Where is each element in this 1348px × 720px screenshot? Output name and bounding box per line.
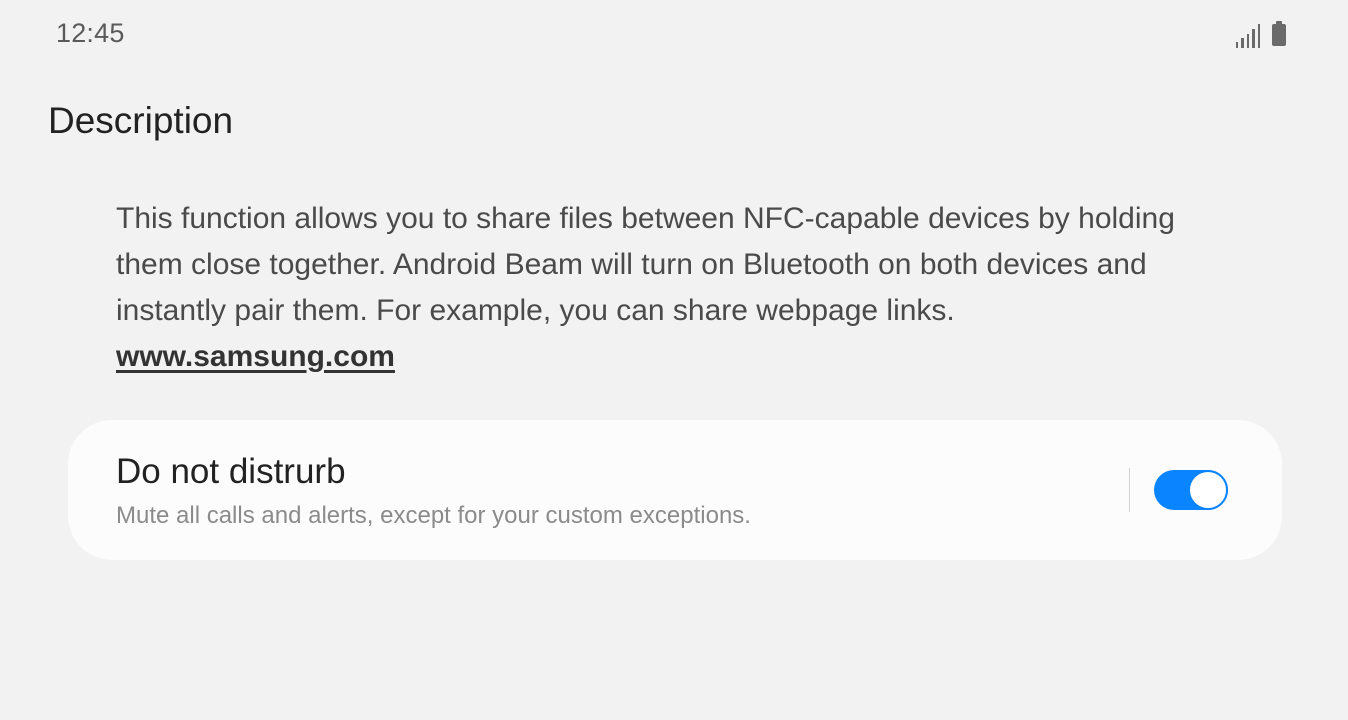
samsung-link[interactable]: www.samsung.com [116, 334, 395, 380]
status-bar: 12:45 [0, 0, 1348, 68]
status-icons [1235, 20, 1286, 48]
toggle-knob [1188, 470, 1228, 510]
settings-screen: 12:45 Description This function allows y… [0, 0, 1348, 720]
dnd-title: Do not distrurb [116, 452, 346, 491]
dnd-card[interactable]: Do not distrurb Mute all calls and alert… [68, 420, 1282, 560]
status-time: 12:45 [56, 18, 125, 48]
divider [1129, 468, 1130, 512]
dnd-toggle[interactable] [1154, 470, 1228, 510]
signal-icon [1235, 22, 1260, 48]
page-title: Description [48, 100, 234, 141]
battery-icon [1272, 21, 1286, 46]
dnd-subtitle: Mute all calls and alerts, except for yo… [116, 502, 751, 529]
description-text: This function allows you to share files … [116, 202, 1175, 327]
description-block: This function allows you to share files … [116, 196, 1246, 380]
